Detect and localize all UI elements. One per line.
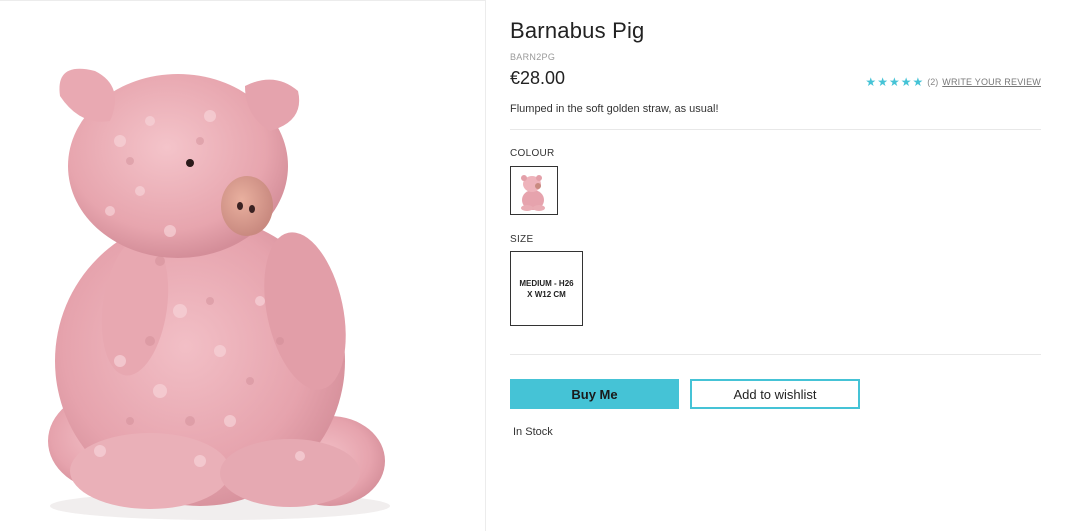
product-sku: BARN2PG [510,52,556,62]
product-price: €28.00 [510,68,566,88]
review-count: (2) [927,77,939,87]
colour-label: COLOUR [510,148,555,159]
star-icon: ★ [888,75,900,89]
star-icon: ★ [865,75,877,89]
size-option-medium[interactable]: MEDIUM - H26 X W12 CM [510,251,583,326]
pig-plush-image[interactable] [0,1,486,531]
stock-status: In Stock [513,426,553,438]
product-title: Barnabus Pig [510,18,645,43]
write-review-link[interactable]: WRITE YOUR REVIEW [942,77,1041,87]
buy-button[interactable]: Buy Me [510,379,679,409]
rating-stars: ★ ★ ★ ★ ★ [865,76,923,88]
size-label: SIZE [510,234,534,245]
star-icon: ★ [877,75,888,89]
product-description: Flumped in the soft golden straw, as usu… [510,103,719,115]
colour-swatch-pink[interactable] [510,166,558,215]
rating-summary: ★ ★ ★ ★ ★ (2) WRITE YOUR REVIEW [865,76,1041,88]
star-icon: ★ [912,75,924,89]
star-icon: ★ [900,75,912,89]
divider [510,354,1041,355]
product-image-panel [0,0,486,531]
divider [510,129,1041,130]
add-to-wishlist-button[interactable]: Add to wishlist [690,379,860,409]
pig-thumbnail-icon [521,175,545,211]
